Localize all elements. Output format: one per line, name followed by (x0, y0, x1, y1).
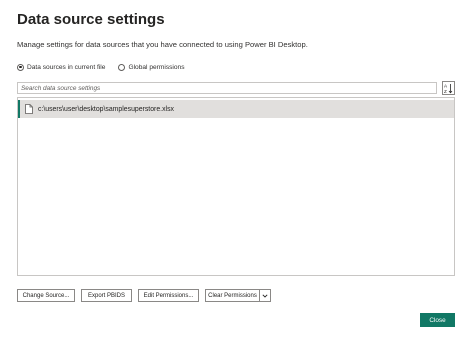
radio-selected-icon (17, 63, 24, 71)
radio-current-file[interactable]: Data sources in current file (17, 63, 106, 71)
data-source-list: c:\users\user\desktop\samplesuperstore.x… (17, 97, 455, 276)
radio-global-permissions-label: Global permissions (128, 63, 185, 71)
export-pbids-button[interactable]: Export PBIDS (81, 289, 132, 302)
selection-indicator (18, 100, 20, 118)
edit-permissions-button[interactable]: Edit Permissions... (138, 289, 199, 302)
dialog-description: Manage settings for data sources that yo… (17, 40, 308, 49)
list-item[interactable]: c:\users\user\desktop\samplesuperstore.x… (18, 100, 454, 118)
radio-unselected-icon (118, 63, 126, 71)
file-icon (25, 104, 33, 114)
sort-button[interactable]: A Z (442, 81, 455, 95)
sort-az-icon: A Z (444, 83, 453, 94)
dialog-title: Data source settings (17, 11, 165, 28)
radio-current-file-label: Data sources in current file (27, 63, 106, 71)
chevron-down-icon (262, 293, 268, 298)
close-button[interactable]: Close (420, 313, 455, 327)
radio-global-permissions[interactable]: Global permissions (118, 63, 185, 71)
scope-radio-group: Data sources in current file Global perm… (17, 62, 198, 72)
data-source-settings-dialog: Data source settings Manage settings for… (0, 0, 474, 345)
svg-text:A: A (444, 83, 448, 88)
clear-permissions-dropdown[interactable] (259, 289, 271, 302)
data-source-path: c:\users\user\desktop\samplesuperstore.x… (38, 105, 174, 113)
search-input[interactable] (17, 82, 437, 94)
svg-text:Z: Z (444, 89, 447, 94)
clear-permissions-button[interactable]: Clear Permissions (205, 289, 260, 302)
change-source-button[interactable]: Change Source... (17, 289, 75, 302)
